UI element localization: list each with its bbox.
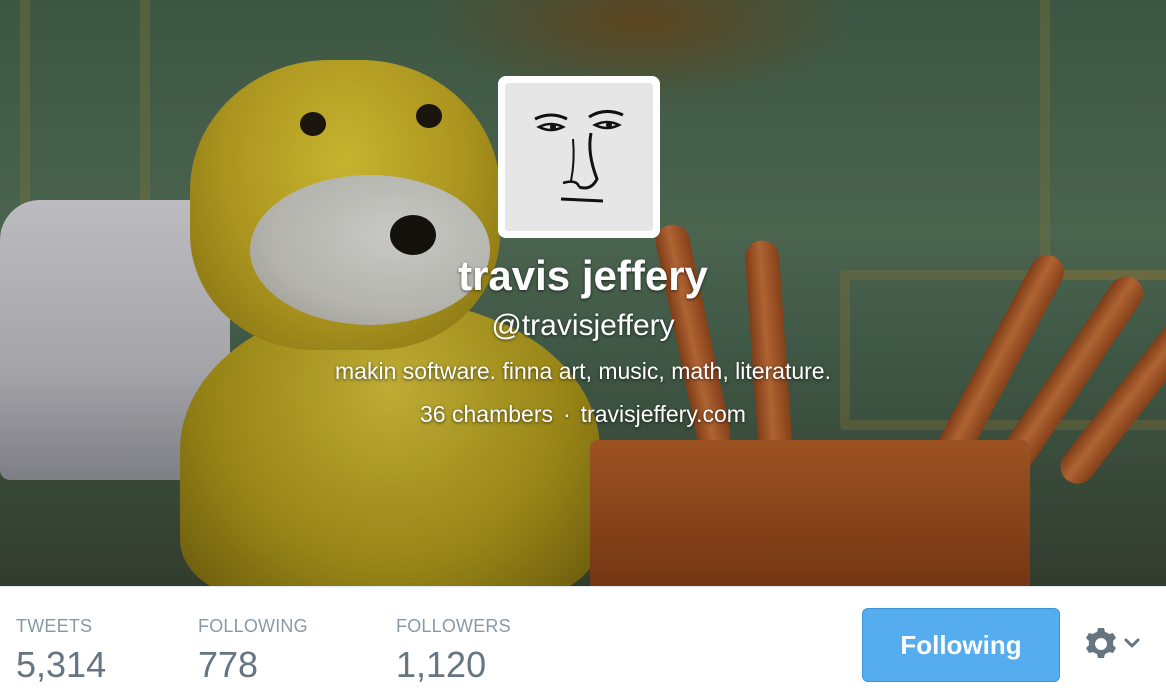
stat-label: FOLLOWING: [198, 616, 308, 636]
stat-value: 5,314: [16, 644, 107, 685]
stat-value: 1,120: [396, 644, 487, 685]
chevron-down-icon: [1124, 638, 1140, 648]
stat-label: FOLLOWERS: [396, 616, 511, 636]
face-sketch-icon: [505, 83, 653, 231]
profile-website-link[interactable]: travisjeffery.com: [581, 401, 746, 427]
profile-handle: @travisjeffery: [491, 309, 675, 342]
profile-name[interactable]: travis jeffery: [0, 250, 1166, 302]
profile-bio: makin software. finna art, music, math, …: [335, 358, 831, 384]
stat-label: TWEETS: [16, 616, 93, 636]
profile-location: 36 chambers: [420, 401, 553, 427]
profile-avatar[interactable]: [498, 76, 660, 238]
stat-value: 778: [198, 644, 259, 685]
stat-tweets[interactable]: TWEETS 5,314: [16, 615, 106, 687]
stat-following[interactable]: FOLLOWING 778: [198, 615, 308, 687]
profile-meta: 36 chambers · travisjeffery.com: [0, 398, 1166, 430]
stat-followers[interactable]: FOLLOWERS 1,120: [396, 615, 511, 687]
meta-separator: ·: [562, 401, 571, 427]
gear-icon: [1086, 628, 1116, 658]
user-actions-menu[interactable]: [1082, 624, 1144, 664]
following-button[interactable]: Following: [862, 608, 1060, 682]
